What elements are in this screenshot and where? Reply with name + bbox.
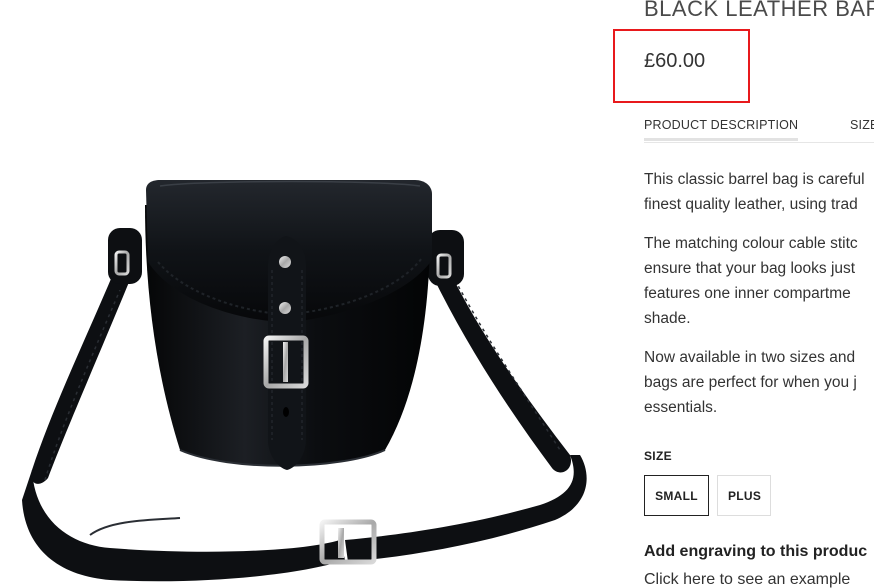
description-paragraph: This classic barrel bag is careful fines… — [644, 167, 874, 217]
description-paragraph: Now available in two sizes and bags are … — [644, 345, 874, 420]
description-line: bags are perfect for when you j — [644, 374, 857, 391]
description-line: ensure that your bag looks just — [644, 260, 856, 277]
size-label: SIZE — [644, 449, 672, 463]
size-option-plus[interactable]: PLUS — [717, 475, 771, 516]
product-tabs: PRODUCT DESCRIPTION SIZE — [644, 118, 874, 143]
barrel-bag-illustration — [22, 180, 587, 582]
tab-product-description[interactable]: PRODUCT DESCRIPTION — [644, 118, 799, 141]
product-title: BLACK LEATHER BARREL — [644, 0, 874, 21]
tab-size[interactable]: SIZE — [850, 118, 874, 132]
description-line: shade. — [644, 310, 691, 327]
description-line: The matching colour cable stitc — [644, 235, 858, 252]
product-info-panel: BLACK LEATHER BARREL £60.00 PRODUCT DESC… — [644, 0, 874, 588]
size-options: SMALL PLUS — [644, 475, 771, 516]
description-line: finest quality leather, using trad — [644, 196, 858, 213]
description-line: essentials. — [644, 399, 718, 416]
description-line: Now available in two sizes and — [644, 349, 856, 366]
description-paragraph: The matching colour cable stitc ensure t… — [644, 231, 874, 331]
size-option-small[interactable]: SMALL — [644, 475, 709, 516]
product-price: £60.00 — [644, 50, 706, 72]
engraving-heading: Add engraving to this produc — [644, 543, 868, 560]
product-description: This classic barrel bag is careful fines… — [644, 167, 874, 434]
description-line: features one inner compartme — [644, 285, 851, 302]
description-line: This classic barrel bag is careful — [644, 171, 865, 188]
product-image — [0, 0, 600, 588]
engraving-example-link[interactable]: Click here to see an example — [644, 571, 850, 588]
